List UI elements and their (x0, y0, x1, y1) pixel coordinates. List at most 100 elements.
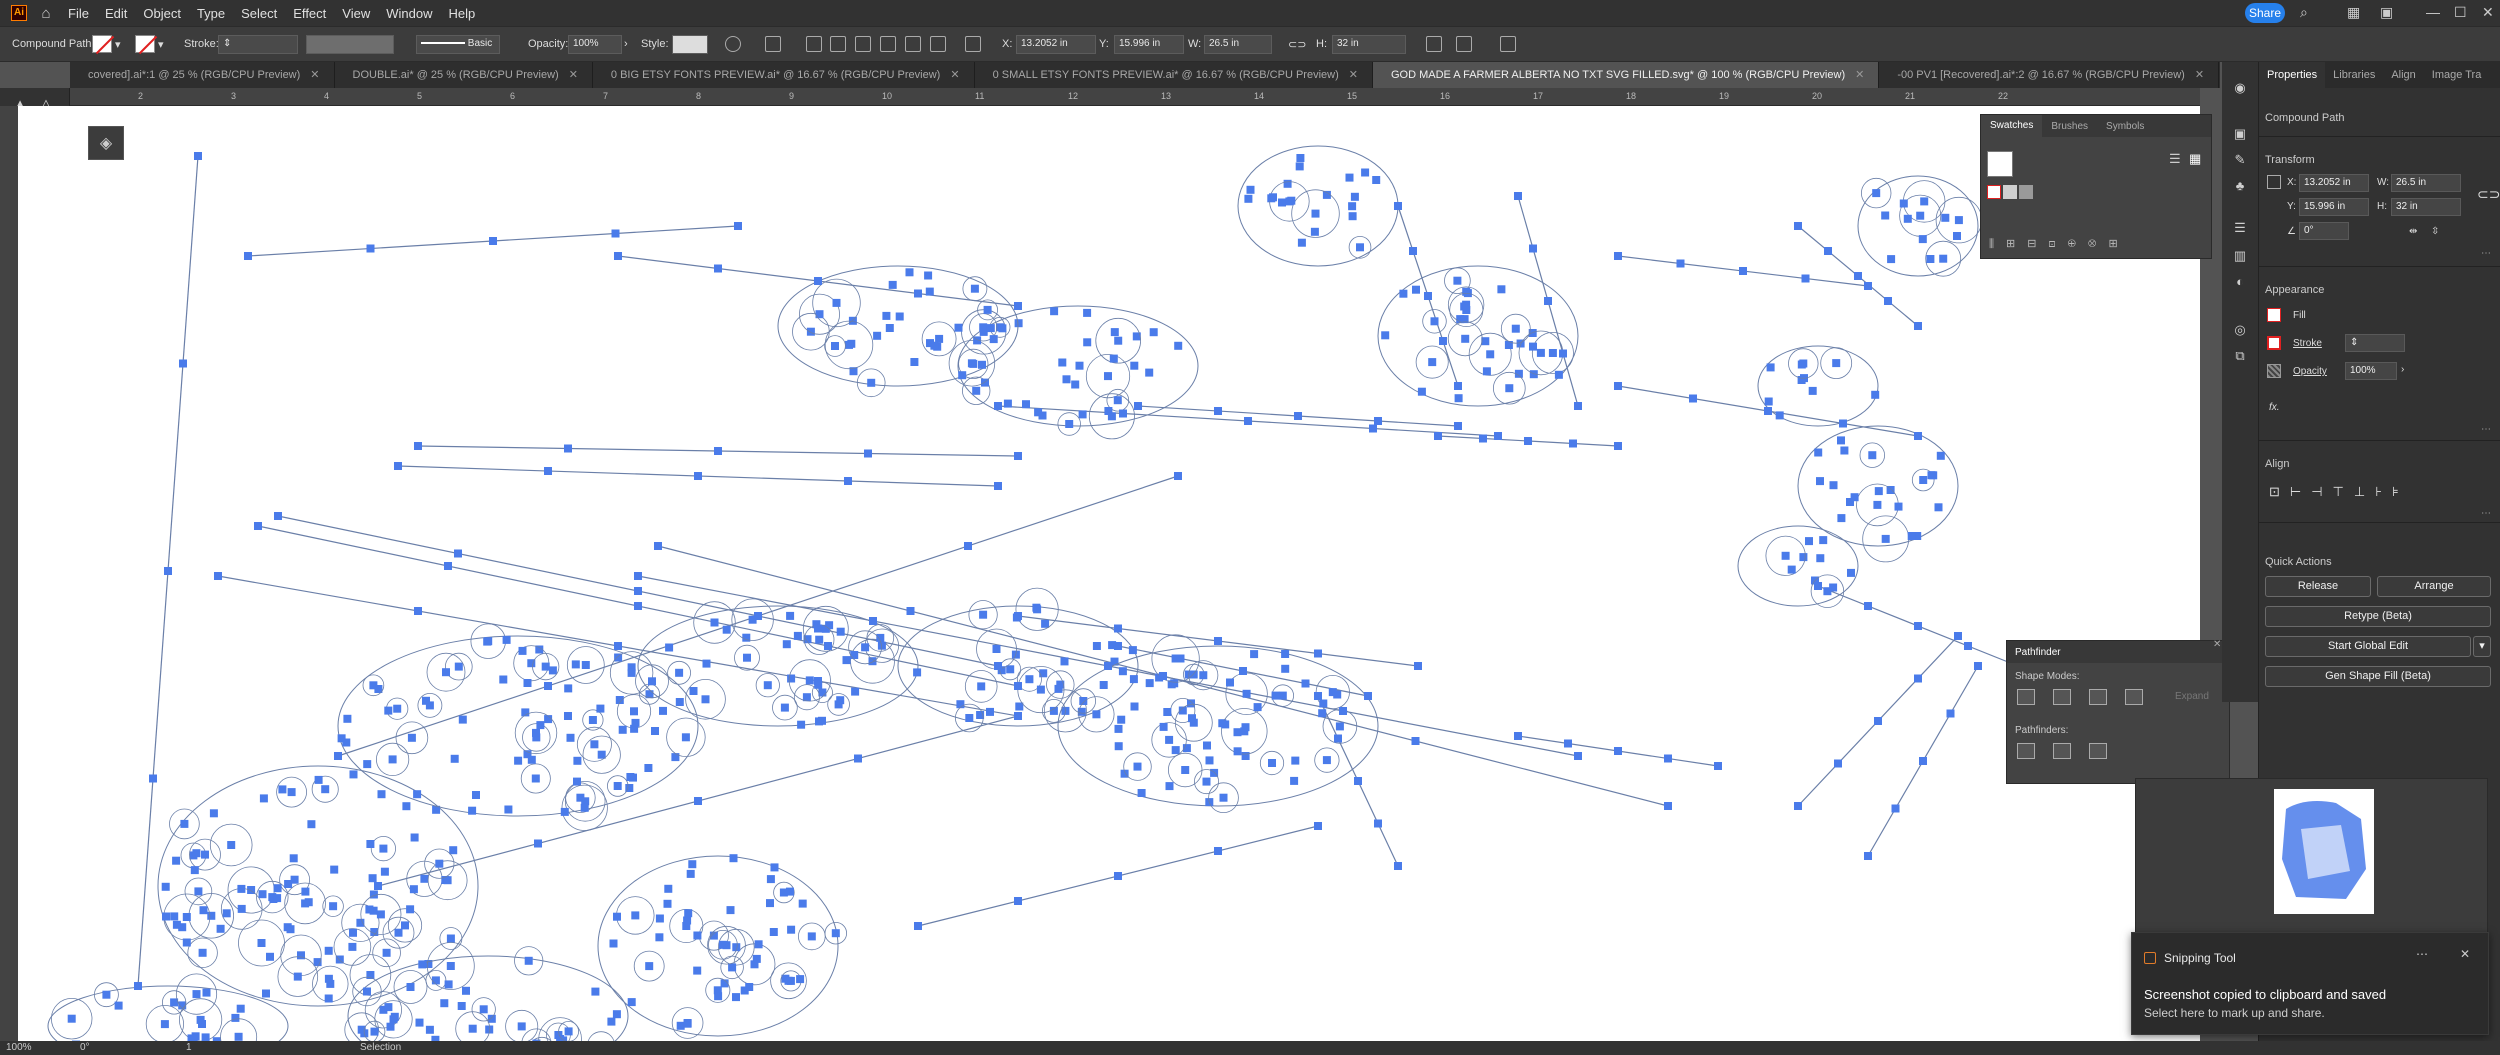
align-bottom-icon[interactable] (930, 36, 946, 52)
opacity-label[interactable]: Opacity (2293, 366, 2327, 377)
tab-align[interactable]: Align (2383, 62, 2423, 88)
opacity-field[interactable]: 100% (568, 35, 622, 54)
puppet-warp-icon[interactable] (1500, 36, 1516, 52)
y-field[interactable]: 15.996 in (1114, 35, 1184, 54)
close-tab-icon[interactable]: ✕ (1855, 69, 1864, 81)
menu-type[interactable]: Type (189, 6, 233, 21)
h-field[interactable]: 32 in (1332, 35, 1406, 54)
swatch-gray[interactable] (2019, 185, 2033, 199)
expand-button[interactable]: Expand (2175, 691, 2209, 702)
menu-object[interactable]: Object (135, 6, 189, 21)
swatch-none[interactable] (1987, 185, 2001, 199)
menu-select[interactable]: Select (233, 6, 285, 21)
x-field[interactable]: 13.2052 in (1016, 35, 1096, 54)
appearance-stroke-swatch[interactable] (2267, 336, 2281, 350)
close-tab-icon[interactable]: ✕ (2195, 69, 2204, 81)
retype-button[interactable]: Retype (Beta) (2265, 606, 2491, 627)
transform-w-field[interactable]: 26.5 in (2391, 174, 2461, 192)
panel-close-icon[interactable]: ✕ (2213, 639, 2221, 650)
minimize-icon[interactable]: — (2426, 4, 2440, 20)
distribute-icon[interactable] (1456, 36, 1472, 52)
grid-view-icon[interactable]: ▦ (2189, 151, 2201, 167)
fill-dropdown-icon[interactable]: ▾ (115, 38, 121, 51)
arrange-documents-icon[interactable]: ▦ (2347, 4, 2360, 21)
tab-symbols[interactable]: Symbols (2097, 121, 2153, 132)
artboard-number[interactable]: 1 (186, 1042, 192, 1053)
close-tab-icon[interactable]: ✕ (310, 69, 319, 81)
horizontal-ruler[interactable]: 2 3 4 5 6 7 8 9 10 11 12 13 14 15 16 17 18 19 20 21 22 (70, 88, 2200, 106)
stroke-panel-icon[interactable]: ☰ (2230, 218, 2250, 238)
arrange-button[interactable]: Arrange (2377, 576, 2491, 597)
artwork-preview-thumbnail[interactable] (2135, 778, 2488, 935)
opacity-arrow-icon[interactable]: › (624, 38, 628, 50)
intersect-button[interactable] (2089, 689, 2107, 705)
swatch-panel-footer-icons[interactable]: ⫼⊞⊟⊡⊕⊗⊞ (1989, 237, 2130, 251)
notification-close-icon[interactable]: ✕ (2460, 947, 2470, 961)
close-tab-icon[interactable]: ✕ (569, 69, 578, 81)
transparency-panel-icon[interactable]: ◐ (2230, 272, 2250, 292)
reference-point-icon[interactable] (965, 36, 981, 52)
fx-icon[interactable]: fx. (2269, 402, 2280, 413)
trim-button[interactable] (2053, 743, 2071, 759)
tab-brushes[interactable]: Brushes (2042, 121, 2097, 132)
start-global-edit-button[interactable]: Start Global Edit (2265, 636, 2471, 657)
menu-file[interactable]: File (60, 6, 97, 21)
document-tab[interactable]: covered].ai*:1 @ 25 % (RGB/CPU Preview) ✕ (70, 62, 335, 88)
constrain-proportions-icon[interactable]: ⊂⊃ (2477, 186, 2500, 203)
gradient-panel-icon[interactable]: ▥ (2230, 246, 2250, 266)
global-edit-options-icon[interactable]: ▾ (2473, 636, 2491, 657)
stroke-dropdown-icon[interactable]: ▾ (158, 38, 164, 51)
transform-each-icon[interactable] (765, 36, 781, 52)
menu-view[interactable]: View (334, 6, 378, 21)
swatch-registration[interactable] (2003, 185, 2017, 199)
notification-more-icon[interactable]: ⋯ (2416, 947, 2428, 961)
layers-icon[interactable]: ◈ (88, 126, 124, 160)
minus-front-button[interactable] (2053, 689, 2071, 705)
properties-panel-icon[interactable]: ◉ (2230, 78, 2250, 98)
opacity-arrow-icon[interactable]: › (2401, 364, 2404, 375)
recolor-icon[interactable] (725, 36, 741, 52)
tab-libraries[interactable]: Libraries (2325, 62, 2383, 88)
gen-shape-fill-button[interactable]: Gen Shape Fill (Beta) (2265, 666, 2491, 687)
rotate-view-angle[interactable]: 0° (80, 1042, 90, 1053)
menu-window[interactable]: Window (378, 6, 440, 21)
align-top-icon[interactable] (880, 36, 896, 52)
isolate-icon[interactable] (1426, 36, 1442, 52)
reference-point-icon[interactable] (2267, 175, 2281, 189)
menu-help[interactable]: Help (440, 6, 483, 21)
stroke-swatch[interactable] (135, 35, 155, 53)
menu-edit[interactable]: Edit (97, 6, 135, 21)
document-tab[interactable]: 0 BIG ETSY FONTS PREVIEW.ai* @ 16.67 % (… (593, 62, 975, 88)
selected-artwork[interactable] (18, 106, 2200, 1041)
flip-vertical-icon[interactable]: ⇳ (2431, 226, 2439, 237)
menu-effect[interactable]: Effect (285, 6, 334, 21)
stroke-weight-field[interactable]: ⇕ (2345, 334, 2405, 352)
align-buttons-icon[interactable]: ⊡⊢⊣⊤⊥⊦⊧ (2269, 484, 2409, 500)
search-icon[interactable]: ⌕ (2300, 4, 2308, 21)
link-proportions-icon[interactable]: ⊂⊃ (1288, 38, 1306, 51)
brush-definition-field[interactable]: Basic (416, 35, 500, 54)
zoom-level[interactable]: 100% (6, 1042, 32, 1053)
tab-properties[interactable]: Properties (2259, 62, 2326, 88)
document-tab[interactable]: DOUBLE.ai* @ 25 % (RGB/CPU Preview) ✕ (335, 62, 593, 88)
swatch-fill-preview[interactable] (1987, 151, 2013, 177)
flip-horizontal-icon[interactable]: ⇹ (2409, 226, 2417, 237)
transform-y-field[interactable]: 15.996 in (2299, 198, 2369, 216)
graphic-style-field[interactable] (672, 35, 708, 54)
home-icon[interactable]: ⌂ (32, 5, 60, 22)
align-hcenter-icon[interactable] (830, 36, 846, 52)
align-vcenter-icon[interactable] (905, 36, 921, 52)
align-left-icon[interactable] (806, 36, 822, 52)
document-tab[interactable]: 0 SMALL ETSY FONTS PREVIEW.ai* @ 16.67 %… (975, 62, 1373, 88)
more-align-icon[interactable]: ⋯ (2481, 508, 2491, 519)
merge-button[interactable] (2089, 743, 2107, 759)
artboard-canvas[interactable] (18, 106, 2200, 1041)
document-tab-active[interactable]: GOD MADE A FARMER ALBERTA NO TXT SVG FIL… (1372, 62, 1880, 88)
transform-x-field[interactable]: 13.2052 in (2299, 174, 2369, 192)
more-options-icon[interactable]: ⋯ (2481, 248, 2491, 259)
list-view-icon[interactable]: ☰ (2169, 151, 2181, 167)
divide-button[interactable] (2017, 743, 2035, 759)
maximize-icon[interactable]: ☐ (2454, 4, 2467, 21)
appearance-fill-swatch[interactable] (2267, 308, 2281, 322)
symbols-panel-icon[interactable]: ♣ (2230, 176, 2250, 196)
